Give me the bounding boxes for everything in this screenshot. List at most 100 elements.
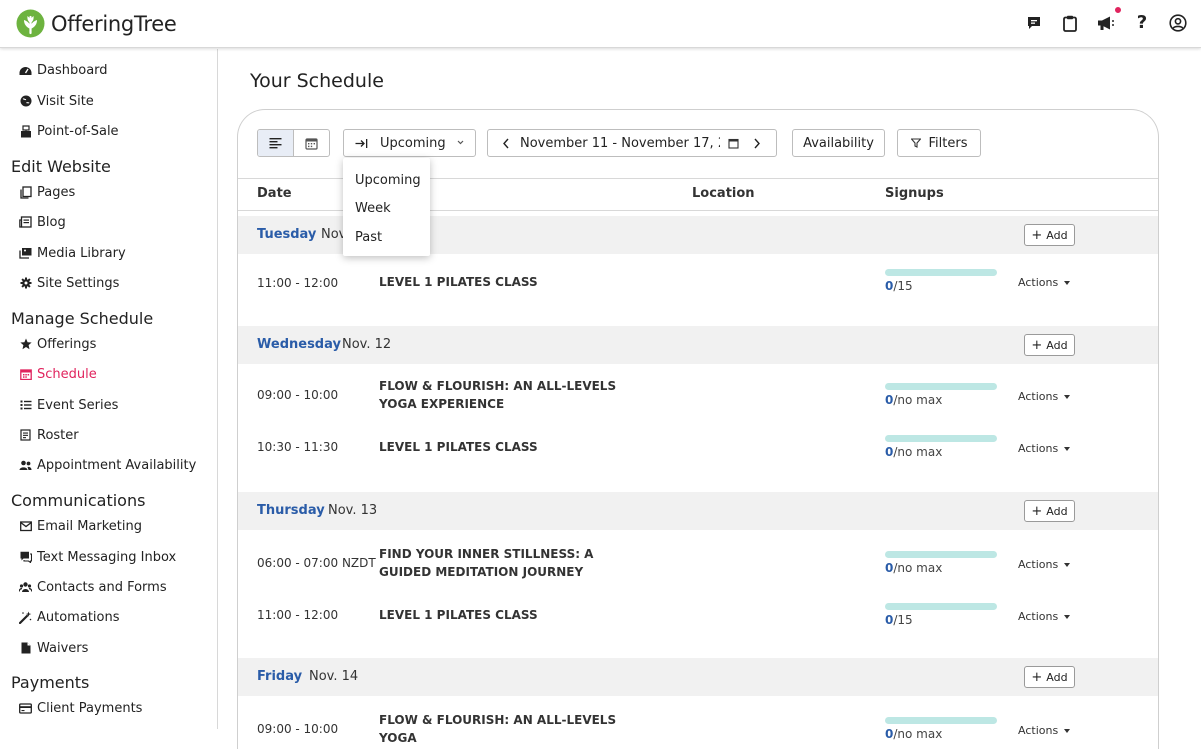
range-option-past[interactable]: Past (343, 223, 430, 252)
pages-icon (19, 185, 32, 199)
actions-dropdown[interactable]: Actions (1018, 558, 1071, 571)
caret-down-icon (1064, 446, 1071, 451)
actions-dropdown[interactable]: Actions (1018, 724, 1071, 737)
range-option-week[interactable]: Week (343, 195, 430, 224)
sidebar-item-label: Client Payments (37, 700, 143, 716)
sidebar-item-label: Email Marketing (37, 518, 142, 534)
add-event-button[interactable]: + Add (1024, 224, 1075, 246)
arrow-to-line-icon (355, 138, 368, 148)
day-date: Nov. 13 (328, 503, 378, 518)
plus-icon: + (1031, 337, 1043, 353)
event-title[interactable]: FLOW & FLOURISH: AN ALL-LEVELS YOGA (379, 711, 649, 747)
event-row[interactable]: 06:00 - 07:00 NZDT FIND YOUR INNER STILL… (238, 530, 1158, 582)
sidebar-item-visit-site[interactable]: Visit Site (19, 90, 94, 112)
plus-icon: + (1031, 227, 1043, 243)
sidebar-item-automations[interactable]: Automations (19, 606, 120, 628)
day-name: Thursday (257, 503, 325, 518)
sidebar-item-site-settings[interactable]: Site Settings (19, 272, 119, 294)
date-range-input[interactable]: November 11 - November 17, 2025 (520, 136, 720, 151)
range-dropdown-menu: Upcoming Week Past (343, 158, 430, 256)
sidebar: Dashboard Visit Site Point-of-Sale Edit … (0, 49, 218, 729)
day-name: Friday (257, 669, 303, 684)
chat-icon[interactable] (1025, 14, 1043, 32)
chevron-down-icon (457, 140, 464, 145)
actions-dropdown[interactable]: Actions (1018, 442, 1071, 455)
event-row[interactable]: 11:00 - 12:00 LEVEL 1 PILATES CLASS 0/15… (238, 582, 1158, 658)
add-label: Add (1046, 338, 1068, 352)
sidebar-item-label: Pages (37, 184, 76, 200)
signup-progress-bar (885, 603, 997, 610)
event-time: 06:00 - 07:00 NZDT (257, 556, 376, 570)
caret-down-icon (1064, 728, 1071, 733)
caret-down-icon (1064, 614, 1071, 619)
event-title[interactable]: LEVEL 1 PILATES CLASS (379, 438, 649, 456)
app-logo[interactable]: OfferingTree (16, 9, 177, 38)
list-icon (19, 399, 32, 412)
sidebar-item-label: Dashboard (37, 62, 108, 78)
event-title[interactable]: FIND YOUR INNER STILLNESS: A GUIDED MEDI… (379, 545, 649, 581)
actions-dropdown[interactable]: Actions (1018, 276, 1071, 289)
event-row[interactable]: 09:00 - 10:00 FLOW & FLOURISH: AN ALL-LE… (238, 364, 1158, 416)
list-view-button[interactable] (258, 130, 294, 156)
sidebar-item-offerings[interactable]: Offerings (19, 333, 96, 355)
sidebar-item-event-series[interactable]: Event Series (19, 394, 118, 416)
range-select[interactable]: Upcoming (343, 129, 476, 157)
chevron-left-icon[interactable] (502, 138, 510, 149)
column-location: Location (692, 186, 755, 201)
sidebar-item-pages[interactable]: Pages (19, 181, 75, 203)
day-date: Nov. 14 (309, 669, 359, 684)
people-icon (19, 459, 32, 472)
add-event-button[interactable]: + Add (1024, 666, 1075, 688)
calendar-picker-icon[interactable] (728, 138, 739, 149)
sidebar-item-appointment-availability[interactable]: Appointment Availability (19, 454, 196, 476)
sidebar-item-label: Event Series (37, 397, 119, 413)
add-label: Add (1046, 670, 1068, 684)
availability-button[interactable]: Availability (792, 129, 885, 157)
signup-count: 0/15 (885, 613, 913, 627)
column-signups: Signups (885, 186, 944, 201)
sidebar-item-contacts-and-forms[interactable]: Contacts and Forms (19, 576, 167, 598)
day-name: Wednesday (257, 337, 341, 352)
range-option-upcoming[interactable]: Upcoming (343, 166, 430, 195)
caret-down-icon (1064, 280, 1071, 285)
actions-dropdown[interactable]: Actions (1018, 610, 1071, 623)
chat-icon (19, 551, 32, 564)
calendar-icon (19, 368, 32, 381)
signup-count: 0/15 (885, 279, 913, 293)
event-row[interactable]: 11:00 - 12:00 LEVEL 1 PILATES CLASS 0/15… (238, 254, 1158, 326)
filters-button[interactable]: Filters (897, 129, 981, 157)
sidebar-item-text-messaging-inbox[interactable]: Text Messaging Inbox (19, 546, 176, 568)
clipboard-icon[interactable] (1061, 14, 1079, 32)
sidebar-item-media-library[interactable]: Media Library (19, 242, 126, 264)
add-event-button[interactable]: + Add (1024, 334, 1075, 356)
add-event-button[interactable]: + Add (1024, 500, 1075, 522)
calendar-view-icon (305, 137, 318, 150)
chevron-right-icon[interactable] (753, 138, 761, 149)
sidebar-item-point-of-sale[interactable]: Point-of-Sale (19, 120, 119, 142)
sidebar-item-label: Appointment Availability (37, 457, 197, 473)
event-title[interactable]: LEVEL 1 PILATES CLASS (379, 273, 649, 291)
event-title[interactable]: FLOW & FLOURISH: AN ALL-LEVELS YOGA EXPE… (379, 377, 649, 413)
actions-dropdown[interactable]: Actions (1018, 390, 1071, 403)
sidebar-item-dashboard[interactable]: Dashboard (19, 59, 108, 81)
sidebar-item-client-payments[interactable]: Client Payments (19, 697, 142, 719)
sidebar-item-blog[interactable]: Blog (19, 211, 66, 233)
sidebar-item-label: Roster (37, 427, 79, 443)
register-icon (19, 124, 32, 138)
calendar-view-button[interactable] (294, 130, 330, 156)
event-row[interactable]: 09:00 - 10:00 FLOW & FLOURISH: AN ALL-LE… (238, 696, 1158, 747)
event-title[interactable]: LEVEL 1 PILATES CLASS (379, 606, 649, 624)
account-icon[interactable] (1169, 14, 1187, 32)
sidebar-item-waivers[interactable]: Waivers (19, 637, 88, 659)
sidebar-item-schedule[interactable]: Schedule (19, 363, 97, 385)
event-row[interactable]: 10:30 - 11:30 LEVEL 1 PILATES CLASS 0/no… (238, 416, 1158, 478)
signup-progress-bar (885, 717, 997, 724)
notification-badge (1113, 5, 1123, 15)
help-icon[interactable]: ? (1133, 14, 1151, 32)
sidebar-item-roster[interactable]: Roster (19, 424, 79, 446)
wand-icon (19, 611, 32, 624)
signup-progress-bar (885, 269, 997, 276)
sidebar-item-email-marketing[interactable]: Email Marketing (19, 515, 142, 537)
megaphone-icon[interactable] (1097, 5, 1123, 32)
sidebar-item-label: Point-of-Sale (37, 123, 119, 139)
